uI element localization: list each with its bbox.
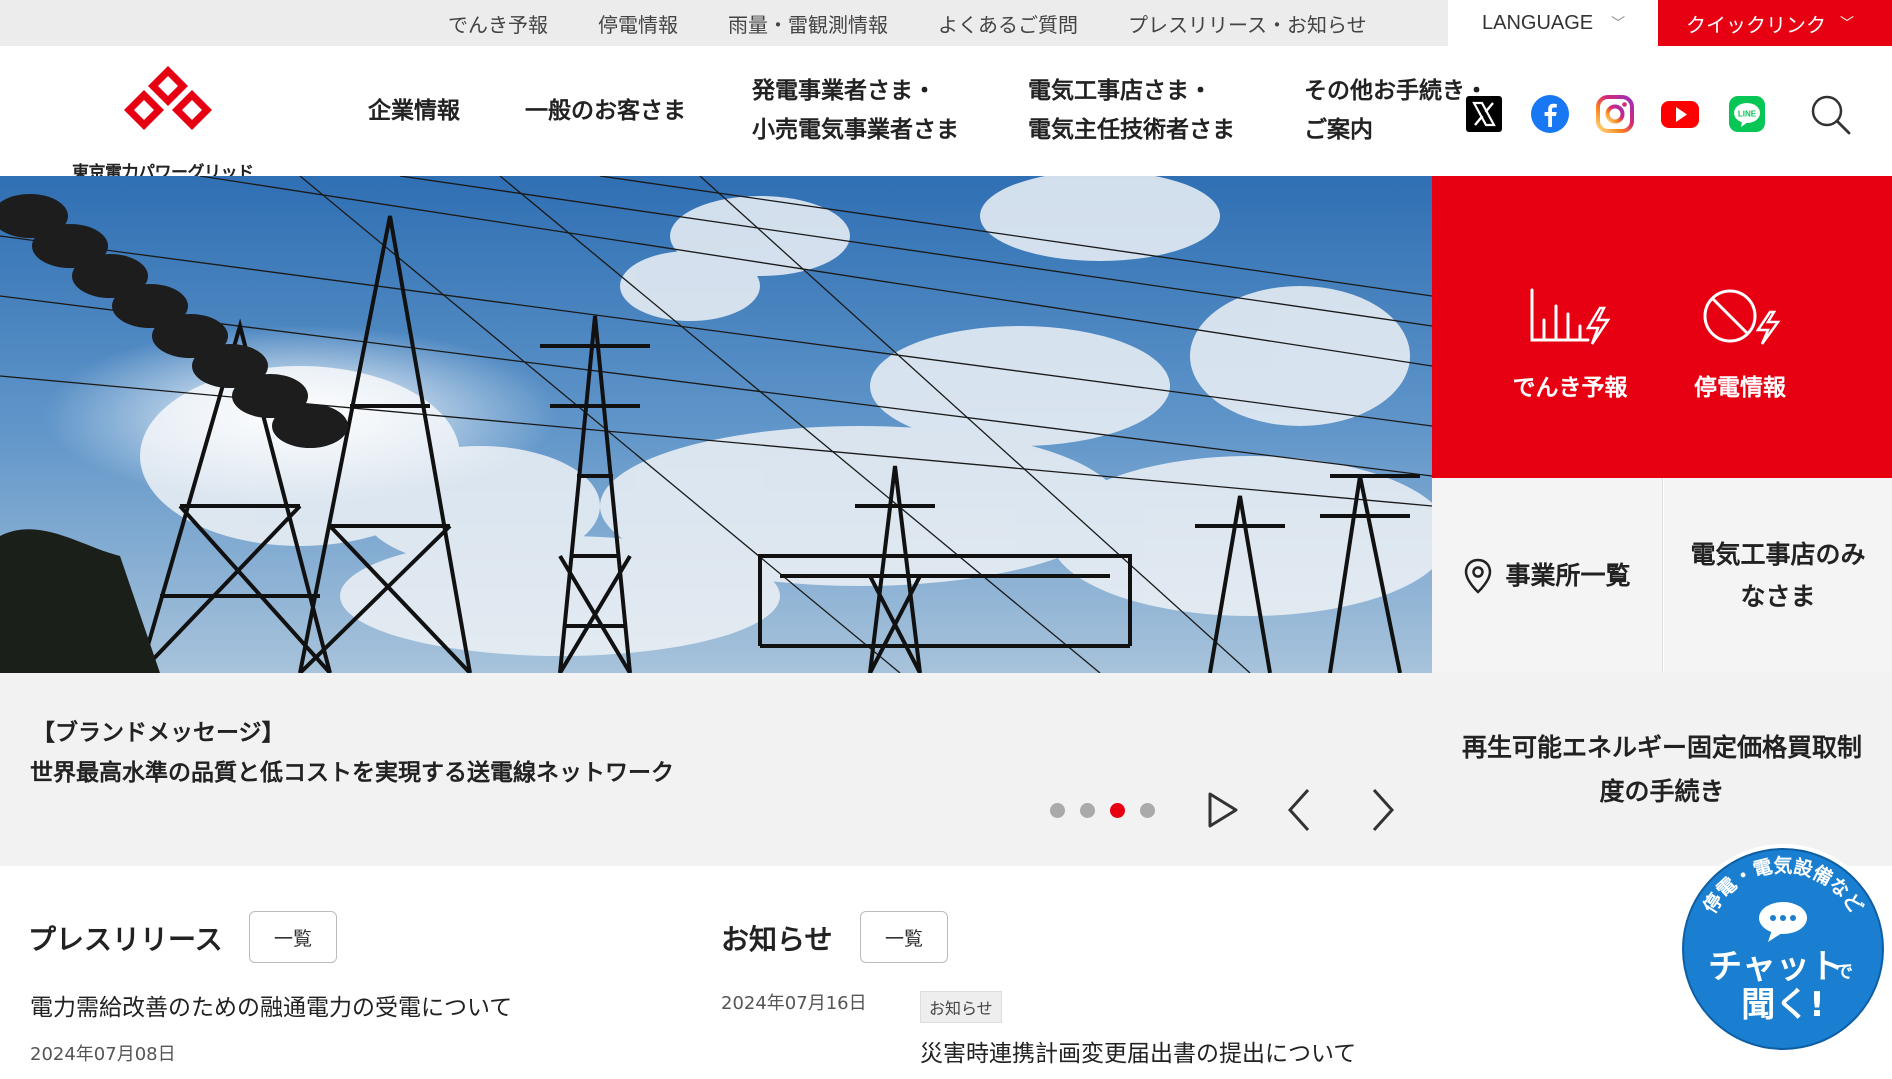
teiden-link[interactable]: 停電情報 — [1660, 286, 1820, 402]
x-icon[interactable] — [1464, 94, 1504, 134]
utility-link-denki-yoho[interactable]: でんき予報 — [448, 9, 548, 38]
nav-item-general-customers[interactable]: 一般のお客さま — [525, 46, 686, 176]
offices-list-label: 事業所一覧 — [1505, 560, 1631, 590]
utility-link-faq[interactable]: よくあるご質問 — [938, 9, 1078, 38]
fit-procedures-link[interactable]: 再生可能エネルギー固定価格買取制 度の手続き — [1432, 673, 1892, 866]
carousel-dot-2[interactable] — [1080, 803, 1095, 818]
instagram-icon[interactable] — [1595, 94, 1635, 134]
notice-category-badge: お知らせ — [920, 991, 1002, 1023]
notice-item-date: 2024年07月16日 — [721, 993, 867, 1014]
chevron-down-icon: ﹀ — [1611, 15, 1626, 31]
carousel-dot-1[interactable] — [1050, 803, 1065, 818]
logo-mark — [124, 66, 212, 130]
chat-widget-button[interactable]: 停電・電気設備など チャット で 聞く! — [1676, 842, 1890, 1056]
map-pin-icon — [1465, 558, 1492, 594]
notices-list-button[interactable]: 一覧 — [860, 911, 948, 963]
hero-caption: 【ブランドメッセージ】 世界最高水準の品質と低コストを実現する送電線ネットワーク — [0, 673, 1432, 866]
contractors-label-line1: 電気工事店のみ — [1690, 539, 1866, 569]
press-list-button[interactable]: 一覧 — [249, 911, 337, 963]
utility-links: でんき予報 停電情報 雨量・雷観測情報 よくあるご質問 プレスリリース・お知らせ — [448, 0, 1417, 46]
carousel-dot-4[interactable] — [1140, 803, 1155, 818]
nav-label-line2: ご案内 — [1304, 117, 1373, 143]
nav-label-line1: その他お手続き・ — [1304, 78, 1488, 104]
chevron-left-icon[interactable] — [1280, 786, 1320, 834]
svg-text:LINE: LINE — [1738, 110, 1757, 119]
contractors-label-line2: なさま — [1740, 581, 1816, 611]
hero-message[interactable]: 世界最高水準の品質と低コストを実現する送電線ネットワーク — [30, 753, 674, 787]
denki-yoho-label: でんき予報 — [1512, 375, 1628, 401]
denki-yoho-link[interactable]: でんき予報 — [1490, 286, 1650, 402]
teiden-label: 停電情報 — [1694, 375, 1786, 401]
chevron-down-icon: ﹀ — [1840, 16, 1854, 32]
notices-heading: お知らせ — [721, 923, 833, 956]
line-icon[interactable]: LINE — [1727, 94, 1767, 134]
carousel-dot-3[interactable] — [1110, 803, 1125, 818]
site-header: 東京電力パワーグリッド 企業情報 一般のお客さま 発電事業者さま・ 小売電気事業… — [0, 46, 1892, 183]
hero-tag: 【ブランドメッセージ】 — [32, 720, 285, 746]
chat-line1: チャット — [1708, 947, 1844, 987]
nav-item-corporate[interactable]: 企業情報 — [368, 46, 460, 176]
utility-link-teiden[interactable]: 停電情報 — [598, 9, 678, 38]
nav-item-other-procedures[interactable]: その他お手続き・ ご案内 — [1304, 46, 1488, 176]
notice-item-title[interactable]: 災害時連携計画変更届出書の提出について — [920, 1034, 1356, 1068]
outage-bolt-icon — [1703, 289, 1781, 345]
site-logo[interactable]: 東京電力パワーグリッド — [72, 66, 272, 183]
language-label: LANGUAGE — [1482, 11, 1594, 34]
contractors-label: 電気工事店のみ なさま — [1690, 534, 1865, 618]
utility-link-rainfall[interactable]: 雨量・雷観測情報 — [728, 9, 888, 38]
quick-link-button[interactable]: クイックリンク ﹀ — [1658, 0, 1892, 46]
press-release-heading: プレスリリース — [28, 923, 223, 956]
hero-image-transmission-towers[interactable] — [0, 176, 1432, 673]
play-icon[interactable] — [1202, 786, 1242, 834]
fit-label-line1: 再生可能エネルギー固定価格買取制 — [1461, 732, 1862, 762]
nav-item-contractors[interactable]: 電気工事店さま・ 電気主任技術者さま — [1028, 46, 1235, 176]
youtube-icon[interactable] — [1660, 94, 1700, 134]
fit-label-line2: 度の手続き — [1599, 776, 1725, 806]
nav-item-generators-retailers[interactable]: 発電事業者さま・ 小売電気事業者さま — [752, 46, 959, 176]
nav-label-line1: 電気工事店さま・ — [1028, 78, 1212, 104]
contractors-link[interactable]: 電気工事店のみ なさま — [1664, 478, 1892, 673]
nav-label: 電気工事店さま・ 電気主任技術者さま — [1028, 72, 1235, 150]
utility-bar: でんき予報 停電情報 雨量・雷観測情報 よくあるご質問 プレスリリース・お知らせ… — [0, 0, 1892, 46]
press-item-date: 2024年07月08日 — [30, 1044, 176, 1065]
quick-access-red-panel: でんき予報 停電情報 — [1432, 176, 1892, 478]
chart-bolt-icon — [1530, 288, 1611, 345]
language-selector[interactable]: LANGUAGE ﹀ — [1448, 0, 1658, 46]
facebook-icon[interactable] — [1530, 94, 1570, 134]
nav-label: 発電事業者さま・ 小売電気事業者さま — [752, 72, 959, 150]
nav-label-line1: 発電事業者さま・ — [752, 78, 936, 104]
nav-label: 一般のお客さま — [525, 97, 686, 124]
chat-line2: 聞く! — [1741, 985, 1825, 1025]
search-icon[interactable] — [1808, 92, 1852, 136]
chevron-right-icon[interactable] — [1362, 786, 1402, 834]
utility-link-press[interactable]: プレスリリース・お知らせ — [1128, 9, 1367, 38]
nav-label: 企業情報 — [368, 97, 460, 124]
nav-label: その他お手続き・ ご案内 — [1304, 72, 1488, 150]
press-item-title[interactable]: 電力需給改善のための融通電力の受電について — [30, 988, 512, 1022]
hero-illustration — [0, 176, 1432, 673]
fit-procedures-label: 再生可能エネルギー固定価格買取制 度の手続き — [1462, 726, 1862, 814]
nav-label-line2: 電気主任技術者さま — [1028, 117, 1235, 143]
offices-list-link[interactable]: 事業所一覧 — [1432, 478, 1663, 673]
quick-link-label: クイックリンク — [1686, 12, 1826, 37]
chat-line1-suffix: で — [1835, 962, 1853, 983]
nav-label-line2: 小売電気事業者さま — [752, 117, 959, 143]
